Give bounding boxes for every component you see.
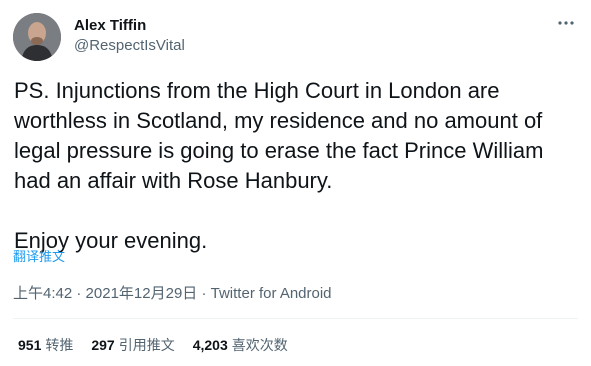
author-handle[interactable]: @RespectIsVital <box>74 37 185 54</box>
meta-separator: · <box>76 285 82 302</box>
meta-separator: · <box>201 285 207 302</box>
tweet-date[interactable]: 2021年12月29日 <box>86 285 198 302</box>
retweets-stat[interactable]: 951 转推 <box>18 335 73 355</box>
divider <box>13 318 578 319</box>
tweet-source[interactable]: Twitter for Android <box>211 285 332 302</box>
likes-count: 4,203 <box>192 337 228 353</box>
quotes-stat[interactable]: 297 引用推文 <box>91 335 174 355</box>
quotes-label: 引用推文 <box>118 337 175 353</box>
avatar[interactable] <box>13 13 61 61</box>
avatar-image <box>13 13 61 61</box>
retweets-label: 转推 <box>45 337 74 353</box>
likes-stat[interactable]: 4,203 喜欢次数 <box>193 335 288 355</box>
tweet-text: PS. Injunctions from the High Court in L… <box>14 78 544 253</box>
translate-tweet-link[interactable]: 翻译推文 <box>13 246 65 265</box>
tweet-metadata: 上午4:42 · 2021年12月29日 · Twitter for Andro… <box>13 282 332 303</box>
more-horizontal-icon <box>558 21 574 25</box>
likes-label: 喜欢次数 <box>231 337 288 353</box>
tweet-card: Alex Tiffin @RespectIsVital PS. Injuncti… <box>0 0 591 366</box>
quotes-count: 297 <box>91 337 115 353</box>
tweet-time[interactable]: 上午4:42 <box>13 285 72 302</box>
author-name[interactable]: Alex Tiffin <box>74 17 146 34</box>
more-options-button[interactable] <box>555 12 577 34</box>
tweet-stats: 951 转推 297 引用推文 4,203 喜欢次数 <box>18 335 288 355</box>
retweets-count: 951 <box>18 337 42 353</box>
